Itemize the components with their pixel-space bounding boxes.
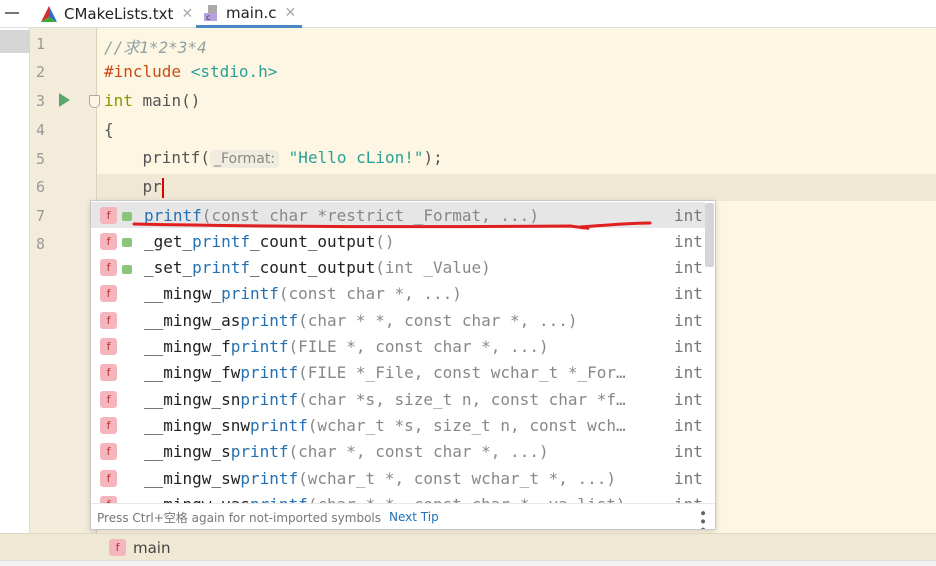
return-type: int	[674, 310, 703, 330]
completion-item[interactable]: f __mingw_asprintf(char * *, const char *…	[91, 307, 705, 333]
item-name: __mingw_printf(const char *, ...)	[144, 284, 462, 304]
return-type: int	[674, 258, 703, 278]
next-tip-link[interactable]: Next Tip	[389, 510, 439, 524]
text-caret	[161, 177, 164, 198]
fold-icon[interactable]	[89, 95, 100, 108]
item-name: __mingw_asprintf(char * *, const char *,…	[144, 310, 578, 330]
current-line-highlight	[97, 174, 936, 201]
code-line-1[interactable]: //求1*2*3*4	[104, 34, 207, 58]
completion-item[interactable]: f __mingw_swprintf(wchar_t *, const wchar…	[91, 465, 705, 491]
item-name: __mingw_snprintf(char *s, size_t n, cons…	[144, 389, 626, 409]
function-icon: f	[100, 232, 117, 250]
return-type: int	[674, 495, 703, 503]
tab-main-c[interactable]: c main.c ✕	[196, 0, 303, 28]
code-line-6[interactable]: pr	[104, 177, 164, 198]
item-name: _get_printf_count_output()	[144, 231, 395, 251]
item-name: __mingw_vasprintf(char * *, const char *…	[144, 495, 626, 503]
item-name: __mingw_snwprintf(wchar_t *s, size_t n, …	[144, 415, 626, 435]
completion-item[interactable]: f __mingw_vasprintf(char * *, const char …	[91, 491, 705, 503]
completion-list: f printf(const char *restrict _Format, ..…	[91, 201, 705, 503]
close-icon[interactable]: ✕	[285, 5, 297, 21]
code-line-4[interactable]: {	[104, 120, 114, 139]
item-name: _set_printf_count_output(int _Value)	[144, 258, 491, 278]
completion-popup: f printf(const char *restrict _Format, ..…	[90, 200, 716, 530]
scrollbar[interactable]	[705, 203, 714, 267]
function-icon: f	[100, 416, 117, 434]
item-name: __mingw_swprintf(wchar_t *, const wchar_…	[144, 468, 617, 488]
tab-cmakelists[interactable]: CMakeLists.txt ✕	[40, 0, 193, 28]
item-name: __mingw_fprintf(FILE *, const char *, ..…	[144, 337, 549, 356]
function-icon: f	[109, 539, 126, 556]
function-icon: f	[100, 469, 117, 487]
breadcrumb: f main	[0, 533, 936, 560]
item-name: __mingw_sprintf(char *, const char *, ..…	[144, 442, 549, 462]
item-name: __mingw_fwprintf(FILE *_File, const wcha…	[144, 363, 626, 383]
function-icon: f	[100, 443, 117, 461]
function-icon: f	[100, 390, 117, 408]
function-icon: f	[100, 495, 117, 503]
close-icon[interactable]: ✕	[181, 6, 193, 22]
completion-item[interactable]: f __mingw_printf(const char *, ...) int	[91, 281, 705, 307]
function-icon: f	[100, 364, 117, 382]
c-file-icon: c	[204, 4, 217, 22]
parameter-hint: _Format:	[209, 150, 280, 168]
return-type: int	[674, 415, 703, 435]
completion-item[interactable]: f __mingw_sprintf(char *, const char *, .…	[91, 439, 705, 465]
tool-window-strip	[0, 28, 30, 566]
code-line-2[interactable]: #include <stdio.h>	[104, 62, 277, 81]
return-type: int	[674, 231, 703, 251]
function-icon: f	[100, 311, 117, 329]
return-type: int	[674, 363, 703, 383]
completion-item[interactable]: f __mingw_snwprintf(wchar_t *s, size_t n,…	[91, 412, 705, 438]
lock-icon	[122, 264, 132, 274]
return-type: int	[674, 284, 703, 304]
line-number: 2	[36, 63, 46, 81]
red-underline-annotation	[132, 221, 652, 230]
return-type: int	[674, 468, 703, 488]
footer-hint: Press Ctrl+空格 again for not-imported sym…	[97, 510, 382, 525]
collapse-icon[interactable]	[5, 12, 19, 14]
line-number: 8	[36, 235, 46, 253]
completion-item[interactable]: f __mingw_fprintf(FILE *, const char *, .…	[91, 334, 705, 360]
function-icon: f	[100, 338, 117, 355]
line-number: 1	[36, 35, 46, 53]
completion-item[interactable]: f __mingw_fwprintf(FILE *_File, const wch…	[91, 360, 705, 386]
function-icon: f	[100, 285, 117, 303]
function-icon: f	[100, 259, 117, 277]
more-options-icon[interactable]: •••	[694, 509, 710, 529]
run-icon[interactable]	[59, 93, 70, 107]
cmake-icon	[41, 6, 57, 22]
tab-label: CMakeLists.txt	[64, 5, 174, 23]
lock-icon	[122, 238, 132, 248]
tool-window-selected[interactable]	[0, 30, 30, 53]
code-line-5[interactable]: printf(_Format: "Hello cLion!");	[104, 148, 443, 168]
code-line-3[interactable]: int main()	[104, 91, 200, 110]
completion-item[interactable]: f __mingw_snprintf(char *s, size_t n, con…	[91, 386, 705, 412]
return-type: int	[674, 205, 703, 225]
completion-footer: Press Ctrl+空格 again for not-imported sym…	[91, 503, 715, 529]
completion-item[interactable]: f _set_printf_count_output(int _Value) int	[91, 255, 705, 281]
svg-text:c: c	[206, 13, 210, 22]
line-number: 7	[36, 207, 46, 225]
return-type: int	[674, 442, 703, 462]
line-number: 3	[36, 92, 46, 110]
function-icon: f	[100, 206, 117, 224]
breadcrumb-main[interactable]: main	[133, 539, 170, 557]
line-number: 4	[36, 121, 46, 139]
tab-label: main.c	[226, 3, 277, 22]
tab-bar: CMakeLists.txt ✕ c main.c ✕	[0, 0, 936, 28]
line-number: 6	[36, 178, 46, 196]
status-bar	[0, 560, 936, 566]
return-type: int	[674, 389, 703, 409]
return-type: int	[674, 337, 703, 356]
line-number: 5	[36, 150, 46, 168]
